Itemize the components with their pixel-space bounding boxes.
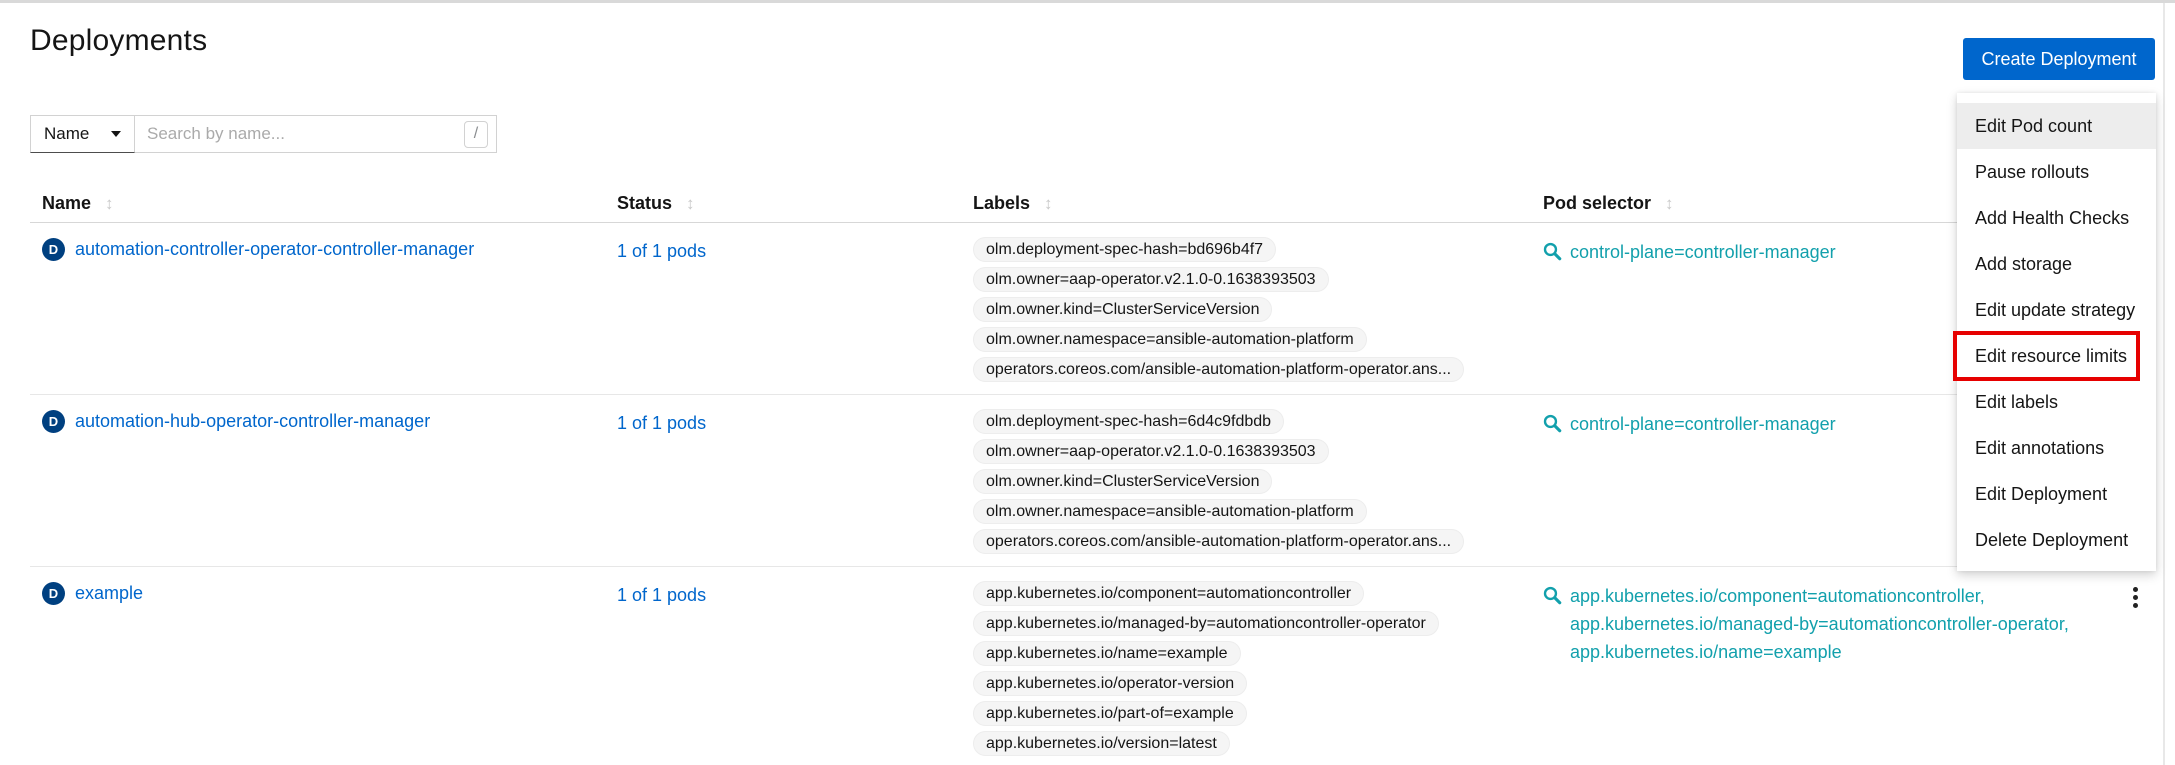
label-pill: olm.deployment-spec-hash=bd696b4f7: [973, 237, 1276, 262]
pod-selector-link[interactable]: app.kubernetes.io/component=automationco…: [1570, 582, 1983, 610]
pod-status-link[interactable]: 1 of 1 pods: [617, 241, 706, 262]
menu-item-label: Pause rollouts: [1975, 162, 2089, 182]
search-icon: [1543, 586, 1562, 605]
menu-item-edit-deployment[interactable]: Edit Deployment: [1957, 471, 2156, 517]
kebab-menu-button[interactable]: [2122, 583, 2148, 611]
menu-item-label: Edit Pod count: [1975, 116, 2092, 136]
filter-toolbar: Name /: [30, 115, 497, 153]
pod-selector-cell[interactable]: control-plane=controller-manager: [1543, 410, 1836, 438]
search-icon: [1543, 242, 1562, 266]
pod-status-link[interactable]: 1 of 1 pods: [617, 585, 706, 606]
menu-item-label: Add Health Checks: [1975, 208, 2129, 228]
menu-item-add-storage[interactable]: Add storage: [1957, 241, 2156, 287]
column-label: Status: [617, 193, 672, 214]
search-input[interactable]: [147, 124, 464, 144]
filter-type-select[interactable]: Name: [30, 115, 135, 153]
search-box: /: [135, 115, 497, 153]
label-pill: olm.owner=aap-operator.v2.1.0-0.16383935…: [973, 267, 1329, 292]
label-pill: olm.owner=aap-operator.v2.1.0-0.16383935…: [973, 439, 1329, 464]
status-cell: 1 of 1 pods: [617, 413, 706, 434]
menu-item-edit-resource-limits[interactable]: Edit resource limits: [1957, 333, 2156, 379]
top-border: [0, 0, 2175, 3]
name-cell: Dautomation-hub-operator-controller-mana…: [42, 410, 430, 433]
chevron-down-icon: [111, 131, 121, 137]
label-pill: olm.owner.namespace=ansible-automation-p…: [973, 327, 1367, 352]
table-row: Dexample 1 of 1 pods app.kubernetes.io/com…: [30, 567, 2155, 765]
column-label: Pod selector: [1543, 193, 1651, 214]
status-cell: 1 of 1 pods: [617, 241, 706, 262]
label-pill: app.kubernetes.io/name=example: [973, 641, 1241, 666]
column-header-name[interactable]: Name ↕: [42, 193, 114, 214]
table-row: Dautomation-hub-operator-controller-mana…: [30, 395, 2155, 567]
label-pill: app.kubernetes.io/managed-by=automationc…: [973, 611, 1439, 636]
deployment-badge: D: [42, 582, 65, 605]
table-header-row: Name ↕ Status ↕ Labels ↕ Pod selector ↕: [30, 193, 2155, 223]
label-pill: olm.owner.namespace=ansible-automation-p…: [973, 499, 1367, 524]
label-pill: olm.owner.kind=ClusterServiceVersion: [973, 297, 1272, 322]
deployment-badge: D: [42, 238, 65, 261]
sort-arrows-icon[interactable]: ↕: [1665, 194, 1674, 214]
column-header-pod-selector[interactable]: Pod selector ↕: [1543, 193, 1674, 214]
menu-item-edit-pod-count[interactable]: Edit Pod count: [1957, 103, 2156, 149]
label-pill: app.kubernetes.io/operator-version: [973, 671, 1247, 696]
menu-item-label: Edit resource limits: [1975, 346, 2127, 366]
column-label: Name: [42, 193, 91, 214]
filter-type-label: Name: [44, 124, 89, 144]
label-pill: olm.deployment-spec-hash=6d4c9fdbdb: [973, 409, 1284, 434]
sort-arrows-icon[interactable]: ↕: [1044, 194, 1053, 214]
sort-arrows-icon[interactable]: ↕: [686, 194, 695, 214]
table-row: Dautomation-controller-operator-controll…: [30, 223, 2155, 395]
menu-item-edit-update-strategy[interactable]: Edit update strategy: [1957, 287, 2156, 333]
name-cell: Dexample: [42, 582, 143, 605]
label-pill: app.kubernetes.io/version=latest: [973, 731, 1230, 756]
menu-item-label: Delete Deployment: [1975, 530, 2128, 550]
search-icon: [1543, 242, 1562, 261]
menu-item-label: Edit update strategy: [1975, 300, 2135, 320]
pod-selector-link[interactable]: app.kubernetes.io/name=example: [1570, 638, 1983, 666]
label-pill: operators.coreos.com/ansible-automation-…: [973, 529, 1464, 554]
sort-arrows-icon[interactable]: ↕: [105, 194, 114, 214]
create-deployment-button[interactable]: Create Deployment: [1963, 38, 2155, 80]
menu-item-label: Edit Deployment: [1975, 484, 2107, 504]
column-header-labels[interactable]: Labels ↕: [973, 193, 1053, 214]
page-title: Deployments: [30, 24, 207, 58]
pod-selector-link[interactable]: app.kubernetes.io/managed-by=automationc…: [1570, 610, 1983, 638]
action-menu: Edit Pod count Pause rollouts Add Health C…: [1957, 93, 2156, 571]
menu-item-edit-annotations[interactable]: Edit annotations: [1957, 425, 2156, 471]
deployment-link[interactable]: automation-hub-operator-controller-manag…: [75, 411, 430, 432]
menu-item-label: Add storage: [1975, 254, 2072, 274]
deployment-badge: D: [42, 410, 65, 433]
scrollbar-track: [2163, 3, 2165, 765]
label-pill: olm.owner.kind=ClusterServiceVersion: [973, 469, 1272, 494]
menu-item-add-health-checks[interactable]: Add Health Checks: [1957, 195, 2156, 241]
table-body: Dautomation-controller-operator-controll…: [30, 223, 2155, 765]
label-pill: app.kubernetes.io/component=automationco…: [973, 581, 1364, 606]
pod-selector-cell[interactable]: app.kubernetes.io/component=automationco…: [1543, 582, 1983, 666]
status-cell: 1 of 1 pods: [617, 585, 706, 606]
pod-selector-cell[interactable]: control-plane=controller-manager: [1543, 238, 1836, 266]
menu-item-label: Edit labels: [1975, 392, 2058, 412]
menu-item-label: Edit annotations: [1975, 438, 2104, 458]
name-cell: Dautomation-controller-operator-controll…: [42, 238, 474, 261]
search-icon: [1543, 414, 1562, 433]
menu-item-edit-labels[interactable]: Edit labels: [1957, 379, 2156, 425]
column-header-status[interactable]: Status ↕: [617, 193, 695, 214]
search-icon: [1543, 586, 1562, 610]
search-icon: [1543, 414, 1562, 438]
keyboard-shortcut-badge: /: [464, 121, 488, 148]
label-pill: app.kubernetes.io/part-of=example: [973, 701, 1247, 726]
menu-item-pause-rollouts[interactable]: Pause rollouts: [1957, 149, 2156, 195]
label-pill: operators.coreos.com/ansible-automation-…: [973, 357, 1464, 382]
pod-selector-link[interactable]: control-plane=controller-manager: [1570, 410, 1836, 438]
column-label: Labels: [973, 193, 1030, 214]
pod-selector-link[interactable]: control-plane=controller-manager: [1570, 238, 1836, 266]
pod-status-link[interactable]: 1 of 1 pods: [617, 413, 706, 434]
deployments-table: Name ↕ Status ↕ Labels ↕ Pod selector ↕ Dautoma…: [30, 193, 2155, 765]
menu-item-delete-deployment[interactable]: Delete Deployment: [1957, 517, 2156, 563]
deployment-link[interactable]: example: [75, 583, 143, 604]
deployment-link[interactable]: automation-controller-operator-controlle…: [75, 239, 474, 260]
